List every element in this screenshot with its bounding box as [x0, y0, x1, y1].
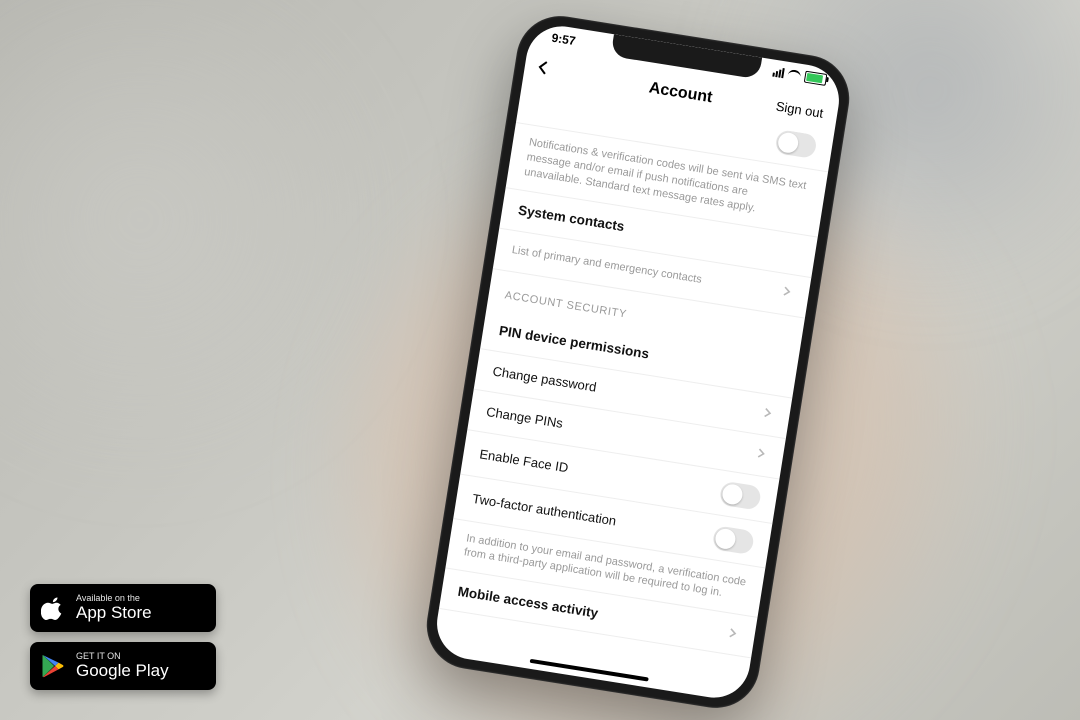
badge-text: GET IT ON Google Play [76, 652, 169, 679]
chevron-right-icon [781, 285, 794, 303]
cellular-icon [772, 67, 784, 79]
row-label: Two-factor authentication [471, 491, 617, 529]
badge-small-text: GET IT ON [76, 652, 169, 661]
toggle-off[interactable] [712, 525, 755, 555]
bg-blob [0, 0, 400, 480]
store-badges: Available on the App Store GET IT ON Goo… [30, 584, 216, 690]
back-button[interactable] [533, 58, 558, 83]
wifi-icon [787, 69, 801, 81]
battery-icon [804, 71, 828, 86]
row-label: System contacts [517, 203, 625, 235]
status-icons [772, 66, 827, 86]
row-label: Enable Face ID [479, 446, 570, 475]
badge-text: Available on the App Store [76, 594, 152, 621]
badge-small-text: Available on the [76, 594, 152, 603]
badge-large-text: Google Play [76, 662, 169, 680]
toggle-off[interactable] [719, 480, 762, 510]
chevron-right-icon [727, 626, 739, 642]
badge-large-text: App Store [76, 604, 152, 622]
chevron-right-icon [762, 406, 774, 422]
toggle-off[interactable] [774, 129, 817, 159]
page-title: Account [648, 79, 714, 107]
google-play-badge[interactable]: GET IT ON Google Play [30, 642, 216, 690]
chevron-right-icon [756, 447, 768, 463]
scene-background: 9:57 Account Sign out [0, 0, 1080, 720]
apple-icon [40, 595, 66, 621]
app-store-badge[interactable]: Available on the App Store [30, 584, 216, 632]
google-play-icon [40, 653, 66, 679]
row-label: Change password [492, 364, 598, 395]
sign-out-button[interactable]: Sign out [775, 99, 824, 121]
row-label: Change PINs [485, 404, 564, 431]
row-label: Mobile access activity [457, 583, 599, 620]
chevron-left-icon [534, 58, 552, 76]
status-time: 9:57 [551, 31, 577, 49]
